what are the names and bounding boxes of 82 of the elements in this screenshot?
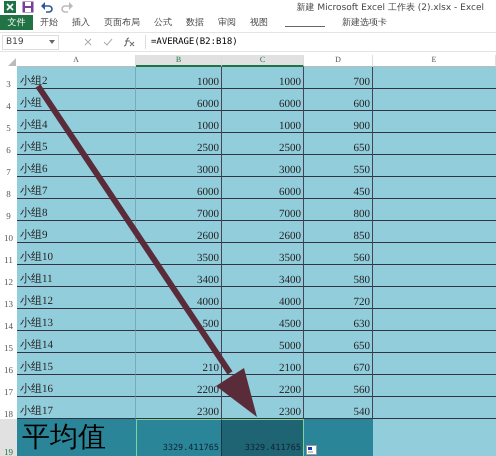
- ribbon-tab[interactable]: 新建选项卡: [335, 15, 394, 30]
- table-cell: 小组2: [17, 67, 136, 89]
- table-cell: 450: [304, 177, 373, 199]
- table-cell: 850: [304, 221, 373, 243]
- table-cell: 650: [304, 331, 373, 353]
- table-cell: 560: [304, 243, 373, 265]
- table-cell: 小组7: [17, 177, 136, 199]
- table-cell: 3500: [136, 243, 222, 265]
- table-cell: 小组10: [17, 243, 136, 265]
- table-cell: 550: [304, 155, 373, 177]
- table-cell: 小组12: [17, 287, 136, 309]
- column-header[interactable]: B: [136, 55, 222, 67]
- window-title: 新建 Microsoft Excel 工作表 (2).xlsx - Excel: [296, 2, 484, 14]
- table-cell: 500: [136, 309, 222, 331]
- table-cell: 560: [304, 375, 373, 397]
- table-cell: 4000: [136, 287, 222, 309]
- column-header[interactable]: A: [17, 55, 136, 67]
- table-cell: 小组5: [17, 133, 136, 155]
- table-cell: 2600: [136, 221, 222, 243]
- ribbon-tab[interactable]: 公式: [147, 15, 179, 30]
- column-header[interactable]: E: [373, 55, 496, 67]
- ribbon-tab[interactable]: 插入: [65, 15, 97, 30]
- table-cell: 6000: [222, 177, 304, 199]
- table-cell: 2600: [222, 221, 304, 243]
- table-cell: 小组: [17, 89, 136, 111]
- table-cell: 210: [136, 353, 222, 375]
- table-cell: 2300: [136, 397, 222, 419]
- table-cell: 6000: [136, 177, 222, 199]
- table-cell: 900: [304, 111, 373, 133]
- table-cell: 3329.411765: [136, 419, 222, 456]
- table-cell: 平均值: [17, 419, 136, 456]
- table-cell: 3000: [136, 155, 222, 177]
- table-cell: 小组11: [17, 265, 136, 287]
- table-cell: 3400: [222, 265, 304, 287]
- table-cell: 6000: [222, 89, 304, 111]
- table-cell: 1000: [136, 111, 222, 133]
- row-header[interactable]: 19: [0, 419, 17, 456]
- table-cell: 小组4: [17, 111, 136, 133]
- table-cell: 7000: [136, 199, 222, 221]
- table-cell: 2500: [136, 133, 222, 155]
- table-cell: 小组6: [17, 155, 136, 177]
- table-cell: 小组17: [17, 397, 136, 419]
- table-cell: 3500: [222, 243, 304, 265]
- table-cell: 540: [304, 397, 373, 419]
- table-cell: 3329.411765: [222, 419, 304, 456]
- table-cell: 800: [304, 199, 373, 221]
- table-cell: 6000: [136, 89, 222, 111]
- table-cell: 670: [304, 353, 373, 375]
- table-cell: 1000: [136, 67, 222, 89]
- table-cell: 小组16: [17, 375, 136, 397]
- table-cell: 650: [304, 133, 373, 155]
- table-cell: 720: [304, 287, 373, 309]
- column-header[interactable]: C: [222, 55, 304, 67]
- table-cell: 4000: [222, 287, 304, 309]
- table-cell: 2500: [222, 133, 304, 155]
- column-header[interactable]: D: [304, 55, 373, 67]
- ribbon-tab[interactable]: 数据: [179, 15, 211, 30]
- table-cell: 4500: [222, 309, 304, 331]
- name-box[interactable]: B19: [2, 34, 59, 50]
- table-cell: 3000: [222, 155, 304, 177]
- table-cell: 小组15: [17, 353, 136, 375]
- ribbon-tab[interactable]: 视图: [243, 15, 275, 30]
- table-cell: 580: [304, 265, 373, 287]
- table-cell: 1000: [222, 111, 304, 133]
- table-cell: 1000: [222, 67, 304, 89]
- table-cell: 小组8: [17, 199, 136, 221]
- formula-field[interactable]: =AVERAGE(B2:B18): [145, 35, 496, 49]
- ribbon-tab[interactable]: 开始: [33, 15, 65, 30]
- table-cell: 700: [304, 67, 373, 89]
- table-cell: 2200: [136, 375, 222, 397]
- ribbon-tab[interactable]: 文件: [0, 15, 33, 30]
- table-cell: 2100: [222, 353, 304, 375]
- table-cell: 5000: [222, 331, 304, 353]
- table-cell: 小组14: [17, 331, 136, 353]
- ribbon-tab[interactable]: 审阅: [211, 15, 243, 30]
- table-cell: 7000: [222, 199, 304, 221]
- table-cell: 630: [304, 309, 373, 331]
- table-cell: 小组9: [17, 221, 136, 243]
- table-cell: 小组13: [17, 309, 136, 331]
- ribbon-tab[interactable]: 页面布局: [97, 15, 147, 30]
- table-cell: 3400: [136, 265, 222, 287]
- table-cell: 600: [304, 89, 373, 111]
